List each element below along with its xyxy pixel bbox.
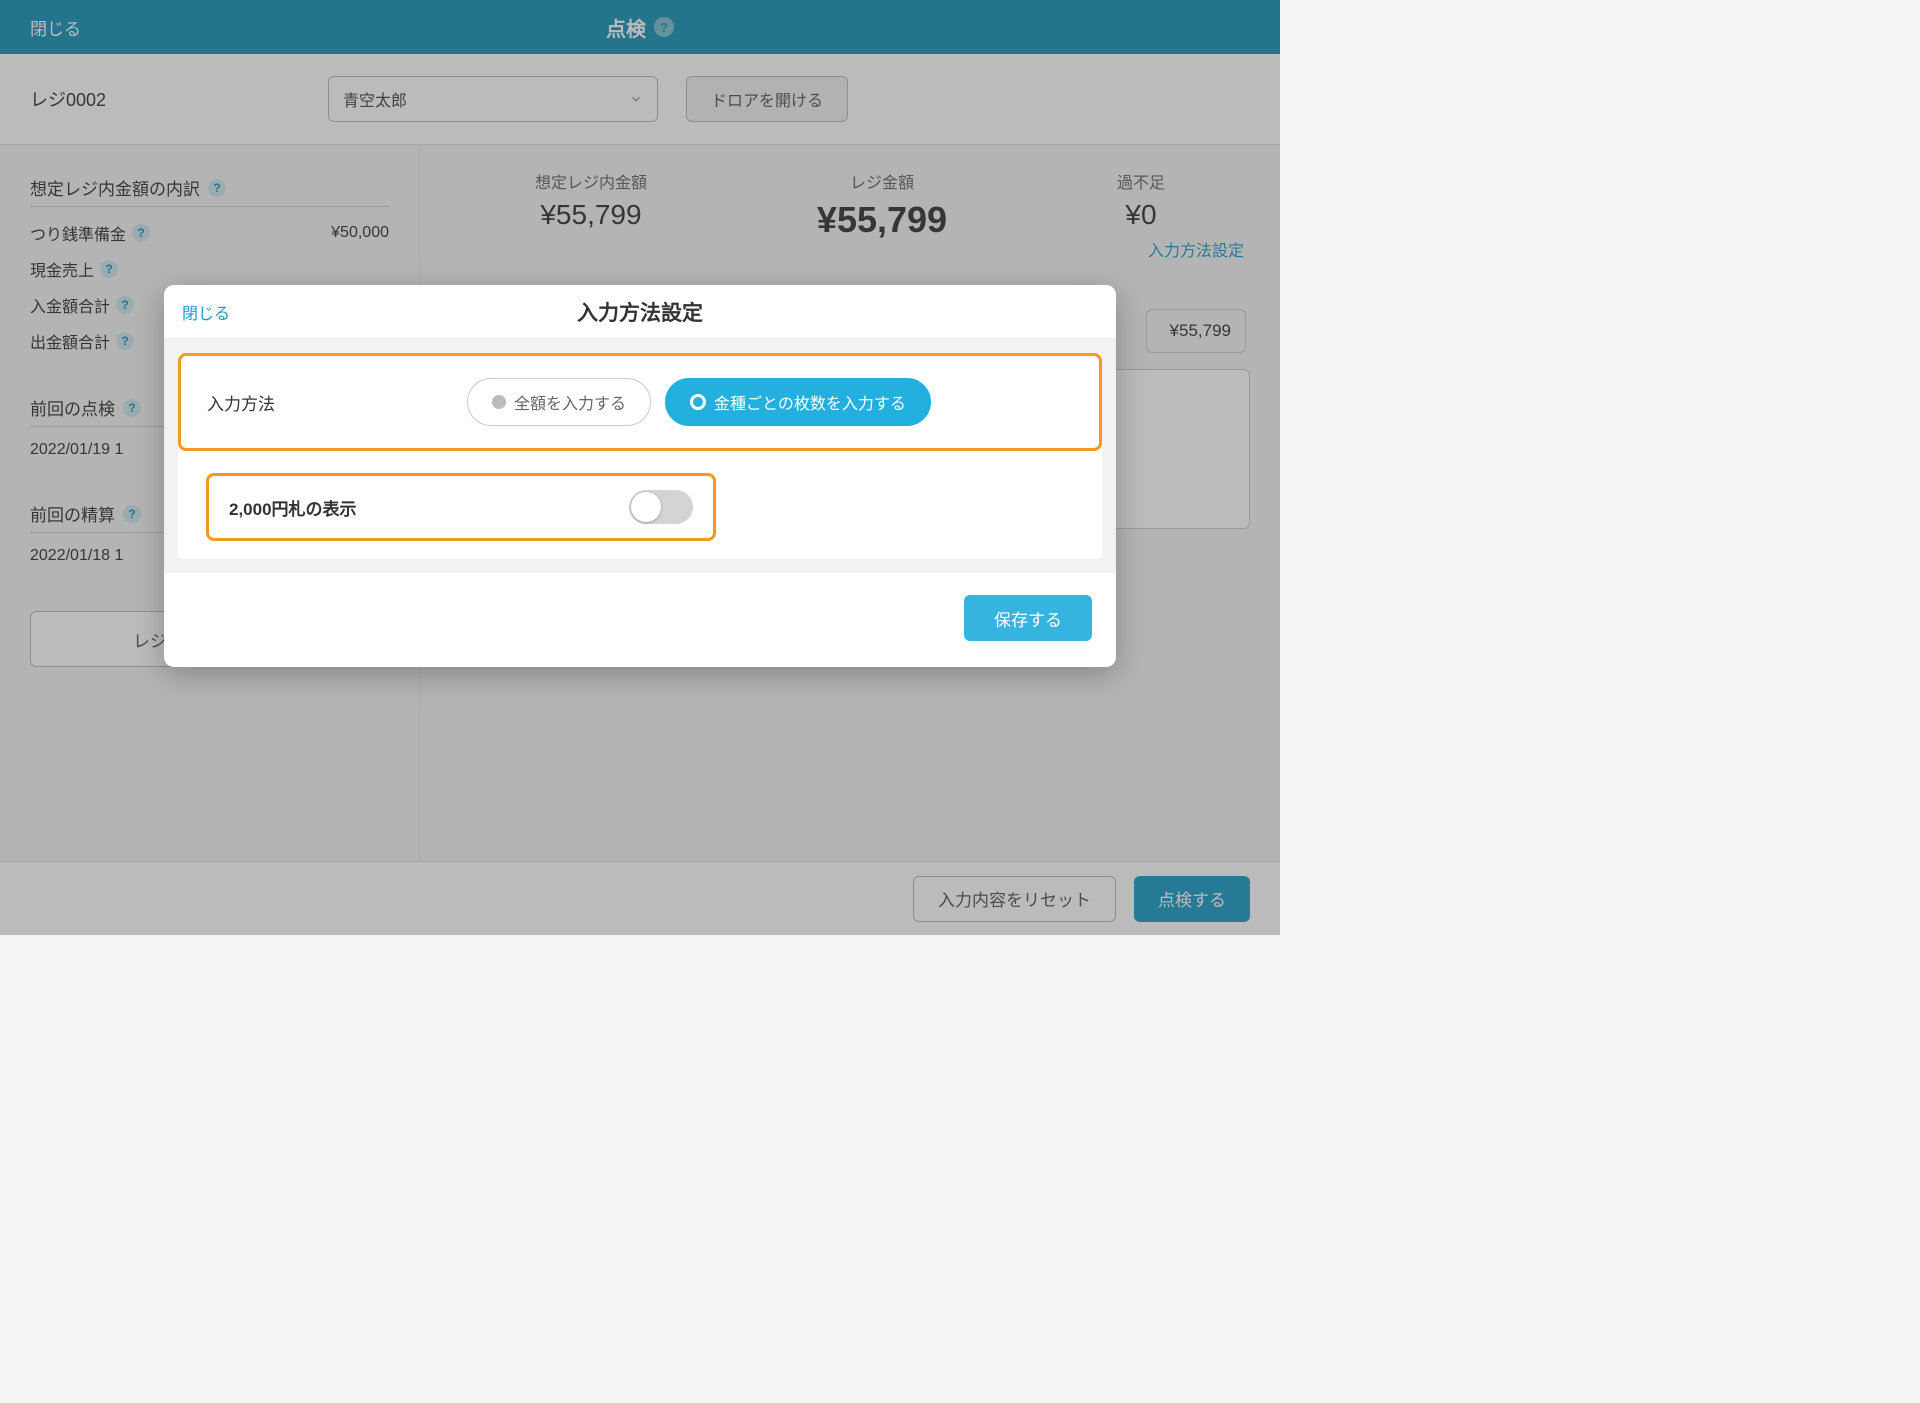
input-method-label: 入力方法 <box>207 390 437 415</box>
input-method-radio-group: 全額を入力する 金種ごとの枚数を入力する <box>467 378 931 426</box>
option-full-amount-label: 全額を入力する <box>514 390 626 414</box>
modal-header: 閉じる 入力方法設定 <box>164 285 1116 339</box>
modal-footer: 保存する <box>164 573 1116 667</box>
modal-title: 入力方法設定 <box>577 297 703 327</box>
two-thousand-section: 2,000円札の表示 <box>206 473 716 541</box>
modal-card: 入力方法 全額を入力する 金種ごとの枚数を入力する 2,000 <box>178 353 1102 559</box>
option-by-denomination-label: 金種ごとの枚数を入力する <box>714 390 906 414</box>
modal-body: 入力方法 全額を入力する 金種ごとの枚数を入力する 2,000 <box>164 339 1116 573</box>
toggle-knob <box>631 492 661 522</box>
option-by-denomination[interactable]: 金種ごとの枚数を入力する <box>665 378 931 426</box>
option-full-amount[interactable]: 全額を入力する <box>467 378 651 426</box>
input-method-settings-modal: 閉じる 入力方法設定 入力方法 全額を入力する 金種ごとの枚数を入力する <box>164 285 1116 667</box>
two-thousand-label: 2,000円札の表示 <box>229 495 357 520</box>
modal-close-button[interactable]: 閉じる <box>182 300 230 324</box>
modal-overlay: 閉じる 入力方法設定 入力方法 全額を入力する 金種ごとの枚数を入力する <box>0 0 1280 935</box>
two-thousand-toggle[interactable] <box>629 490 693 524</box>
input-method-section: 入力方法 全額を入力する 金種ごとの枚数を入力する <box>178 353 1102 451</box>
radio-icon <box>690 394 706 410</box>
radio-icon <box>492 395 506 409</box>
save-button[interactable]: 保存する <box>964 595 1092 641</box>
